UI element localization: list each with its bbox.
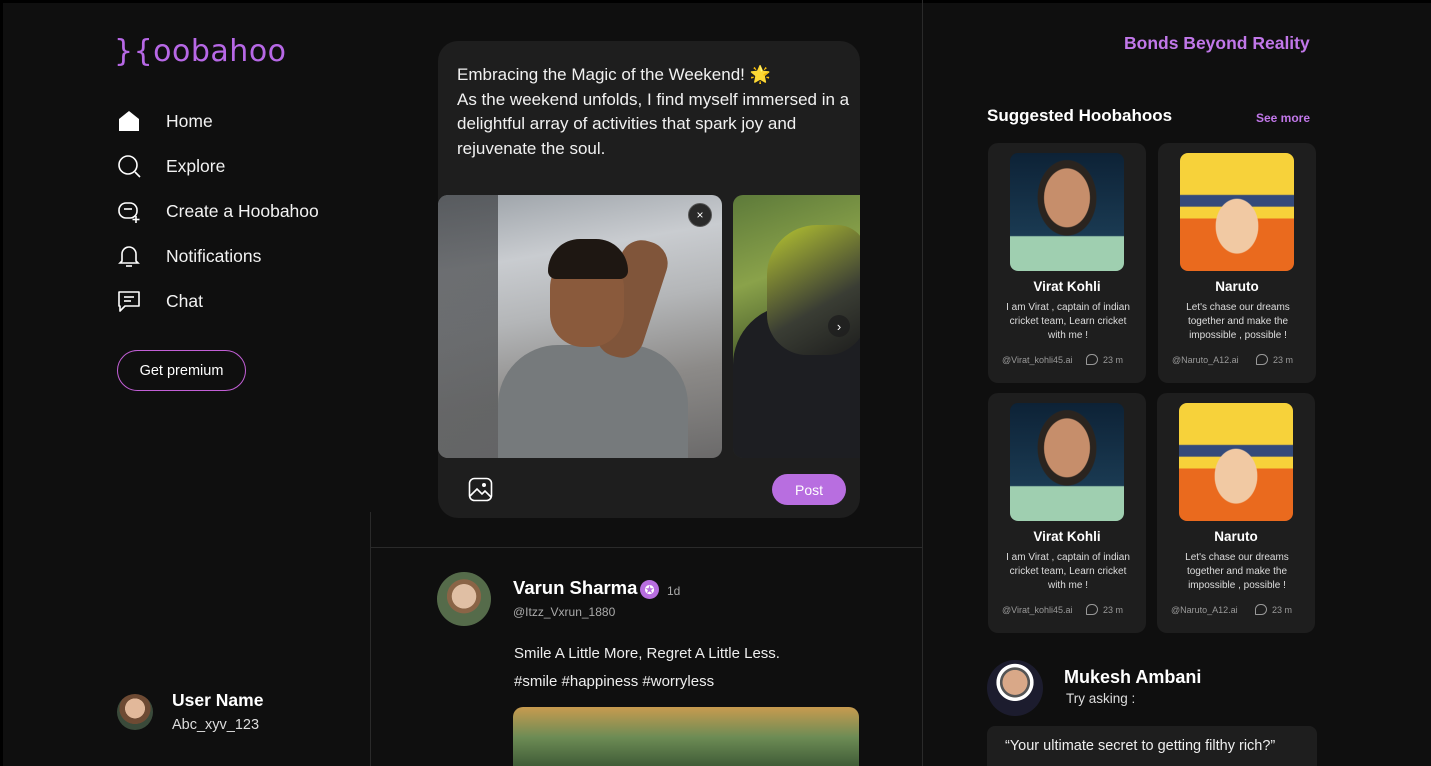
home-icon xyxy=(114,106,144,136)
get-premium-button[interactable]: Get premium xyxy=(117,350,246,391)
character-desc: I am Virat , captain of indian cricket t… xyxy=(1006,302,1130,341)
attached-photo-man xyxy=(438,195,722,458)
chat-count: 23 m xyxy=(1086,354,1123,365)
post-author-avatar[interactable] xyxy=(437,572,491,626)
image-upload-icon[interactable] xyxy=(468,477,493,502)
chat-bubble-icon xyxy=(1086,604,1098,615)
character-handle: @Naruto_A12.ai xyxy=(1171,605,1238,615)
nav-item-home[interactable]: Home xyxy=(114,106,319,136)
ask-character-name[interactable]: Mukesh Ambani xyxy=(1064,667,1201,688)
see-more-link[interactable]: See more xyxy=(1256,111,1310,125)
nav-item-notifications[interactable]: Notifications xyxy=(114,241,319,271)
character-name: Naruto xyxy=(1215,279,1259,294)
chat-count-value: 23 m xyxy=(1103,604,1124,615)
character-name: Virat Kohli xyxy=(1033,279,1101,294)
chat-count: 23 m xyxy=(1255,604,1292,615)
chat-bubble-icon xyxy=(1256,354,1268,365)
bell-icon xyxy=(114,241,144,271)
character-desc: Let's chase our dreams together and make… xyxy=(1185,552,1289,591)
chat-count: 23 m xyxy=(1086,604,1123,615)
nav-item-chat[interactable]: Chat xyxy=(114,286,319,316)
user-name: User Name xyxy=(172,690,264,710)
chat-count-value: 23 m xyxy=(1272,604,1293,615)
character-handle: @Naruto_A12.ai xyxy=(1172,355,1239,365)
post-button[interactable]: Post xyxy=(772,474,846,505)
chat-count: 23 m xyxy=(1256,354,1293,365)
create-bot-icon xyxy=(114,196,144,226)
post-time: 1d xyxy=(667,584,681,598)
compose-text[interactable]: Embracing the Magic of the Weekend! 🌟 As… xyxy=(457,63,852,161)
chat-bubble-icon xyxy=(1086,354,1098,365)
tagline: Bonds Beyond Reality xyxy=(1124,33,1310,53)
search-icon xyxy=(114,151,144,181)
sidebar-nav: Home Explore Create a Hoobahoo Notificat… xyxy=(114,106,319,331)
divider xyxy=(922,0,923,766)
app-logo[interactable]: }{oobahoo xyxy=(114,34,287,69)
compose-body: As the weekend unfolds, I find myself im… xyxy=(457,89,850,158)
character-handle: @Virat_kohli45.ai xyxy=(1002,605,1073,615)
try-asking-label: Try asking : xyxy=(1066,691,1136,706)
post-hashtags[interactable]: #smile #happiness #worryless xyxy=(514,673,714,690)
post-image[interactable] xyxy=(513,707,859,766)
remove-photo-button[interactable]: × xyxy=(688,203,712,227)
nav-item-create[interactable]: Create a Hoobahoo xyxy=(114,196,319,226)
avatar xyxy=(117,693,153,730)
chat-count-value: 23 m xyxy=(1273,354,1294,365)
character-name: Virat Kohli xyxy=(1033,529,1101,544)
chat-count-value: 23 m xyxy=(1103,354,1124,365)
nav-label: Home xyxy=(166,110,213,131)
nav-label: Explore xyxy=(166,155,226,176)
chat-bubble-icon xyxy=(1255,604,1267,615)
chat-icon xyxy=(114,286,144,316)
next-photo-button[interactable]: › xyxy=(828,315,850,337)
character-name: Naruto xyxy=(1214,529,1258,544)
character-image xyxy=(1180,153,1294,271)
divider xyxy=(370,547,922,548)
divider xyxy=(370,512,371,766)
post-author-handle: @Itzz_Vxrun_1880 xyxy=(513,605,616,619)
character-image xyxy=(1179,403,1293,521)
suggested-question[interactable]: “Your ultimate secret to getting filthy … xyxy=(987,726,1317,766)
nav-label: Chat xyxy=(166,290,203,311)
compose-title: Embracing the Magic of the Weekend! 🌟 xyxy=(457,65,771,84)
ask-character-avatar[interactable] xyxy=(987,660,1043,716)
character-desc: I am Virat , captain of indian cricket t… xyxy=(1006,552,1130,591)
compose-card: Embracing the Magic of the Weekend! 🌟 As… xyxy=(438,41,860,518)
user-handle: Abc_xyv_123 xyxy=(172,717,260,733)
suggested-card[interactable]: Virat Kohli I am Virat , captain of indi… xyxy=(988,143,1146,383)
suggested-card[interactable]: Virat Kohli I am Virat , captain of indi… xyxy=(988,393,1146,633)
character-handle: @Virat_kohli45.ai xyxy=(1002,355,1073,365)
suggested-card[interactable]: Naruto Let's chase our dreams together a… xyxy=(1157,393,1315,633)
nav-label: Notifications xyxy=(166,245,262,266)
post-author-name[interactable]: Varun Sharma xyxy=(513,577,637,599)
suggested-card[interactable]: Naruto Let's chase our dreams together a… xyxy=(1158,143,1316,383)
nav-label: Create a Hoobahoo xyxy=(166,200,319,221)
current-user[interactable]: User Name Abc_xyv_123 xyxy=(117,690,263,733)
post-text: Smile A Little More, Regret A Little Les… xyxy=(514,645,780,662)
character-desc: Let's chase our dreams together and make… xyxy=(1186,302,1290,341)
character-image xyxy=(1010,153,1124,271)
suggested-title: Suggested Hoobahoos xyxy=(987,106,1173,125)
character-image xyxy=(1010,403,1124,521)
verified-badge-icon: ✪ xyxy=(640,580,659,599)
nav-item-explore[interactable]: Explore xyxy=(114,151,319,181)
